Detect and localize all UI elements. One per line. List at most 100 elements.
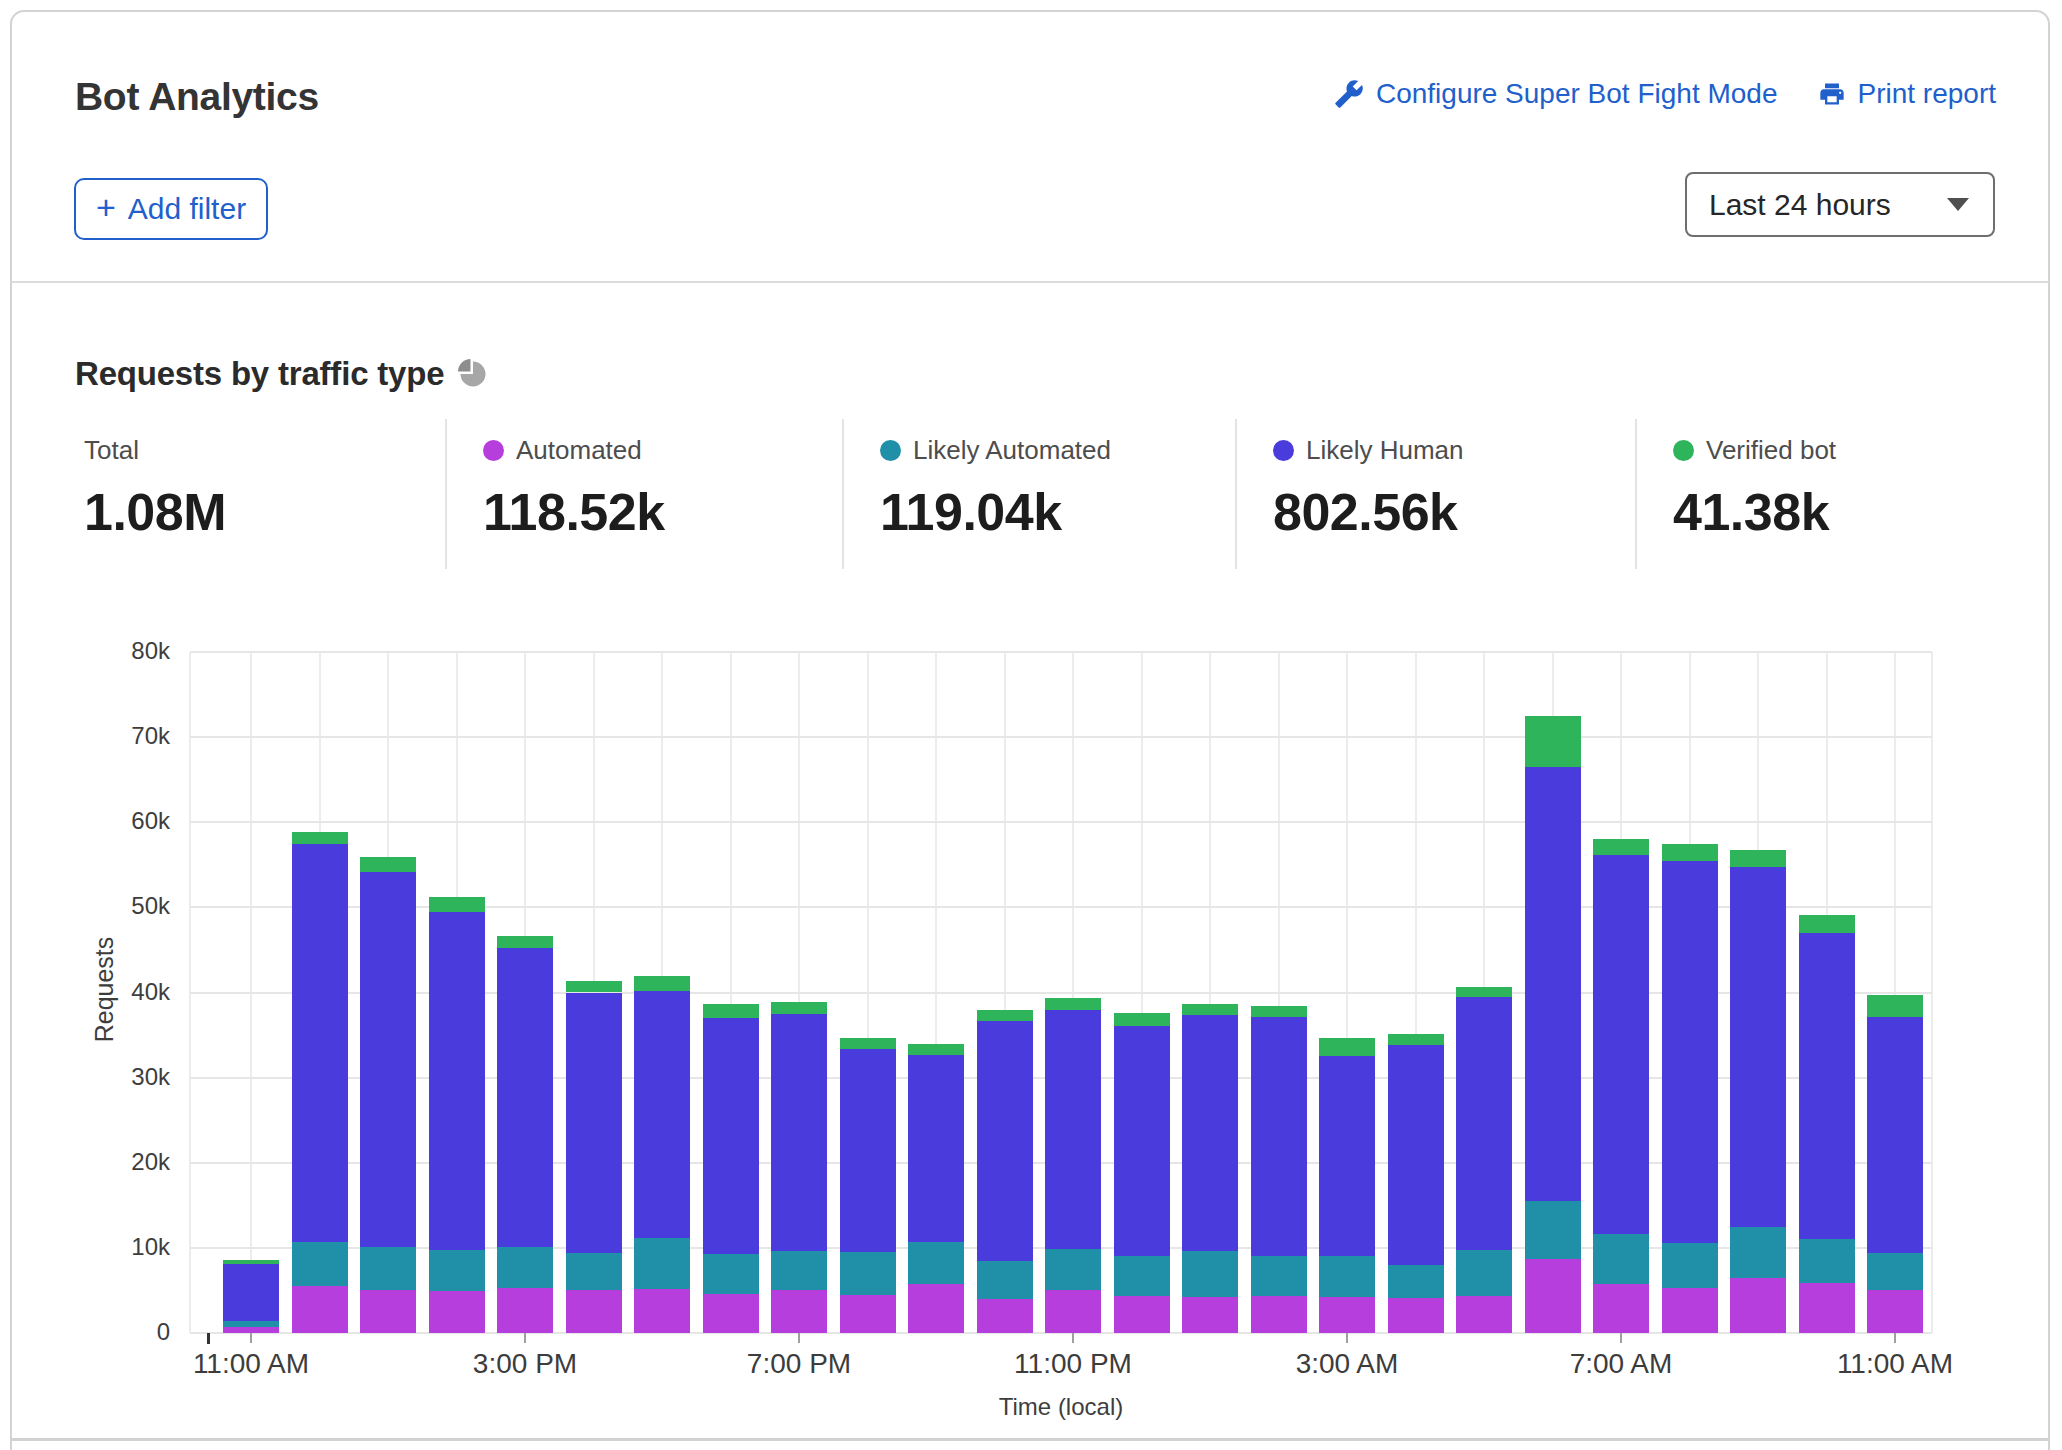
bar-segment-verified-bot[interactable] bbox=[1251, 1006, 1307, 1017]
bar-segment-likely-automated[interactable] bbox=[429, 1250, 485, 1292]
bar-segment-verified-bot[interactable] bbox=[1867, 995, 1923, 1017]
bar-segment-likely-human[interactable] bbox=[1114, 1026, 1170, 1256]
bar-segment-likely-human[interactable] bbox=[703, 1018, 759, 1254]
bar-segment-verified-bot[interactable] bbox=[497, 936, 553, 948]
bar-segment-automated[interactable] bbox=[1525, 1259, 1581, 1333]
bar-segment-verified-bot[interactable] bbox=[1593, 839, 1649, 854]
bar-segment-verified-bot[interactable] bbox=[1182, 1004, 1238, 1015]
bar-segment-automated[interactable] bbox=[634, 1289, 690, 1333]
bar-segment-likely-human[interactable] bbox=[1799, 933, 1855, 1239]
bar-segment-verified-bot[interactable] bbox=[292, 832, 348, 844]
bar-segment-automated[interactable] bbox=[497, 1288, 553, 1333]
bar-segment-automated[interactable] bbox=[566, 1290, 622, 1333]
bar-segment-likely-human[interactable] bbox=[1525, 767, 1581, 1201]
bar-segment-automated[interactable] bbox=[1114, 1296, 1170, 1333]
bar-segment-automated[interactable] bbox=[771, 1290, 827, 1333]
bar-segment-likely-automated[interactable] bbox=[1114, 1256, 1170, 1296]
bar-segment-likely-automated[interactable] bbox=[771, 1251, 827, 1290]
bar-segment-likely-human[interactable] bbox=[360, 872, 416, 1247]
bar-segment-likely-automated[interactable] bbox=[1388, 1265, 1444, 1298]
bar-segment-verified-bot[interactable] bbox=[1799, 915, 1855, 933]
bar-segment-automated[interactable] bbox=[1593, 1284, 1649, 1333]
bar-segment-likely-human[interactable] bbox=[1045, 1010, 1101, 1249]
bar-segment-likely-human[interactable] bbox=[429, 912, 485, 1249]
bar-segment-verified-bot[interactable] bbox=[360, 857, 416, 871]
bar-segment-likely-automated[interactable] bbox=[1799, 1239, 1855, 1282]
bar-segment-automated[interactable] bbox=[429, 1291, 485, 1333]
bar-segment-likely-human[interactable] bbox=[1182, 1015, 1238, 1251]
bar-segment-likely-human[interactable] bbox=[566, 993, 622, 1253]
bar-segment-likely-automated[interactable] bbox=[1867, 1253, 1923, 1290]
bar-segment-verified-bot[interactable] bbox=[1114, 1013, 1170, 1026]
bar-segment-likely-automated[interactable] bbox=[1730, 1227, 1786, 1278]
bar-segment-likely-human[interactable] bbox=[1662, 861, 1718, 1243]
bar-segment-likely-automated[interactable] bbox=[1662, 1243, 1718, 1288]
bar-segment-likely-human[interactable] bbox=[1388, 1045, 1444, 1265]
bar-segment-automated[interactable] bbox=[703, 1294, 759, 1333]
bar-segment-automated[interactable] bbox=[1799, 1283, 1855, 1333]
bar-segment-likely-automated[interactable] bbox=[703, 1254, 759, 1294]
bar-segment-likely-human[interactable] bbox=[1593, 855, 1649, 1235]
bar-segment-automated[interactable] bbox=[1319, 1297, 1375, 1333]
bar-segment-automated[interactable] bbox=[908, 1284, 964, 1333]
print-report-link[interactable]: Print report bbox=[1818, 78, 1997, 110]
bar-segment-likely-automated[interactable] bbox=[840, 1252, 896, 1295]
bar-segment-automated[interactable] bbox=[1730, 1278, 1786, 1333]
bar-segment-automated[interactable] bbox=[292, 1286, 348, 1333]
bar-segment-likely-automated[interactable] bbox=[977, 1261, 1033, 1298]
bar-segment-automated[interactable] bbox=[360, 1290, 416, 1333]
bar-segment-automated[interactable] bbox=[1388, 1298, 1444, 1333]
bar-segment-verified-bot[interactable] bbox=[1662, 844, 1718, 861]
bar-segment-likely-human[interactable] bbox=[1319, 1056, 1375, 1255]
bar-segment-likely-human[interactable] bbox=[223, 1264, 279, 1321]
bar-segment-likely-automated[interactable] bbox=[1045, 1249, 1101, 1290]
configure-super-bot-fight-mode-link[interactable]: Configure Super Bot Fight Mode bbox=[1334, 78, 1778, 110]
bar-segment-automated[interactable] bbox=[1456, 1296, 1512, 1333]
bar-segment-automated[interactable] bbox=[840, 1295, 896, 1333]
bar-segment-verified-bot[interactable] bbox=[908, 1044, 964, 1054]
bar-segment-likely-human[interactable] bbox=[908, 1055, 964, 1242]
bar-segment-verified-bot[interactable] bbox=[1319, 1038, 1375, 1056]
bar-segment-likely-automated[interactable] bbox=[1251, 1256, 1307, 1296]
bar-segment-likely-human[interactable] bbox=[497, 948, 553, 1247]
bar-segment-verified-bot[interactable] bbox=[1388, 1034, 1444, 1045]
bar-segment-verified-bot[interactable] bbox=[977, 1010, 1033, 1021]
bar-segment-likely-automated[interactable] bbox=[1525, 1201, 1581, 1259]
bar-segment-automated[interactable] bbox=[977, 1299, 1033, 1333]
bar-segment-likely-automated[interactable] bbox=[497, 1247, 553, 1288]
add-filter-button[interactable]: + Add filter bbox=[74, 178, 268, 240]
bar-segment-likely-automated[interactable] bbox=[1182, 1251, 1238, 1297]
bar-segment-likely-human[interactable] bbox=[1251, 1017, 1307, 1256]
bar-segment-likely-human[interactable] bbox=[840, 1049, 896, 1252]
bar-segment-likely-automated[interactable] bbox=[908, 1242, 964, 1284]
bar-segment-likely-human[interactable] bbox=[1730, 867, 1786, 1227]
bar-segment-verified-bot[interactable] bbox=[1730, 850, 1786, 866]
bar-segment-likely-automated[interactable] bbox=[1456, 1250, 1512, 1297]
bar-segment-likely-human[interactable] bbox=[771, 1014, 827, 1251]
bar-segment-likely-automated[interactable] bbox=[292, 1242, 348, 1286]
bar-segment-verified-bot[interactable] bbox=[634, 976, 690, 990]
bar-segment-automated[interactable] bbox=[1251, 1296, 1307, 1333]
bar-segment-verified-bot[interactable] bbox=[840, 1038, 896, 1049]
bar-segment-likely-human[interactable] bbox=[1456, 997, 1512, 1250]
bar-segment-verified-bot[interactable] bbox=[223, 1260, 279, 1264]
time-range-select[interactable]: Last 24 hours bbox=[1685, 172, 1995, 237]
bar-segment-likely-automated[interactable] bbox=[223, 1321, 279, 1327]
bar-segment-likely-automated[interactable] bbox=[1319, 1256, 1375, 1298]
bar-segment-verified-bot[interactable] bbox=[1045, 998, 1101, 1009]
bar-segment-verified-bot[interactable] bbox=[771, 1002, 827, 1014]
bar-segment-likely-automated[interactable] bbox=[360, 1247, 416, 1290]
bar-segment-likely-automated[interactable] bbox=[566, 1253, 622, 1290]
bar-segment-likely-human[interactable] bbox=[977, 1021, 1033, 1262]
bar-segment-verified-bot[interactable] bbox=[429, 897, 485, 912]
bar-segment-automated[interactable] bbox=[1867, 1290, 1923, 1333]
bar-segment-automated[interactable] bbox=[1182, 1297, 1238, 1333]
bar-segment-likely-human[interactable] bbox=[1867, 1017, 1923, 1253]
bar-segment-verified-bot[interactable] bbox=[1525, 716, 1581, 767]
bar-segment-likely-human[interactable] bbox=[634, 991, 690, 1238]
bar-segment-likely-human[interactable] bbox=[292, 844, 348, 1242]
bar-segment-automated[interactable] bbox=[1662, 1288, 1718, 1333]
bar-segment-verified-bot[interactable] bbox=[566, 981, 622, 993]
bar-segment-automated[interactable] bbox=[1045, 1290, 1101, 1333]
bar-segment-verified-bot[interactable] bbox=[703, 1004, 759, 1018]
